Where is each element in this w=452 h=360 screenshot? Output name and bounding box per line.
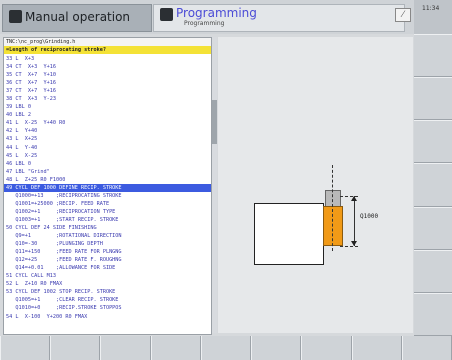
stroke-dimension-line bbox=[354, 196, 355, 246]
workpiece-rectangle bbox=[254, 203, 324, 265]
program-line[interactable]: 33 L X+3 bbox=[4, 55, 211, 63]
program-editor[interactable]: TNC:\nc_prog\Grinding.h =Length of recip… bbox=[3, 37, 212, 335]
tab-manual-label: Manual operation bbox=[25, 10, 131, 24]
vertical-softkey[interactable] bbox=[414, 77, 452, 121]
program-line[interactable]: 39 LBL 0 bbox=[4, 103, 211, 111]
vertical-softkey[interactable] bbox=[414, 249, 452, 293]
horizontal-softkey[interactable] bbox=[100, 336, 151, 360]
vertical-softkey[interactable] bbox=[414, 120, 452, 164]
program-line[interactable]: 36 CT X+7 Y+16 bbox=[4, 79, 211, 87]
horizontal-softkey[interactable] bbox=[351, 336, 402, 360]
tnc-screen: Manual operation Programming Programming… bbox=[0, 0, 452, 360]
horizontal-softkey[interactable] bbox=[251, 336, 302, 360]
program-line[interactable]: 50 CYCL DEF 24 SIDE FINISHING bbox=[4, 224, 211, 232]
horizontal-softkey[interactable] bbox=[0, 336, 51, 360]
tab-manual-operation[interactable]: Manual operation bbox=[2, 4, 152, 32]
help-graphic bbox=[218, 37, 413, 333]
program-line[interactable]: Q1005=+1 ;CLEAR RECIP. STROKE bbox=[4, 296, 211, 304]
tab-programming[interactable]: Programming Programming bbox=[153, 4, 405, 32]
vertical-softkey[interactable] bbox=[414, 206, 452, 250]
program-line[interactable]: 43 L X+25 bbox=[4, 135, 211, 143]
program-line[interactable]: Q1000=+13 ;RECIPROCATING STROKE bbox=[4, 192, 211, 200]
program-line[interactable]: 48 L Z+25 R0 F1000 bbox=[4, 176, 211, 184]
programming-mode-icon bbox=[160, 8, 173, 21]
program-line[interactable]: Q12=+25 ;FEED RATE F. ROUGHNG bbox=[4, 256, 211, 264]
program-line[interactable]: 46 LBL 0 bbox=[4, 160, 211, 168]
editor-scrollbar[interactable] bbox=[212, 37, 217, 333]
program-line[interactable]: Q1002=+1 ;RECIPROCATION TYPE bbox=[4, 208, 211, 216]
program-line[interactable]: Q1003=+1 ;START RECIP. STROKE bbox=[4, 216, 211, 224]
program-line[interactable]: 44 L Y-40 bbox=[4, 144, 211, 152]
editor-scroll-thumb[interactable] bbox=[212, 100, 217, 144]
program-line[interactable]: Q10=-30 ;PLUNGING DEPTH bbox=[4, 240, 211, 248]
program-line[interactable]: 52 L Z+10 R0 FMAX bbox=[4, 280, 211, 288]
vertical-softkey[interactable] bbox=[414, 163, 452, 207]
program-line[interactable]: 54 L X-100 Y+200 R0 FMAX bbox=[4, 313, 211, 321]
program-line[interactable]: Q14=+0.01 ;ALLOWANCE FOR SIDE bbox=[4, 264, 211, 272]
program-line[interactable]: Q9=+1 ;ROTATIONAL DIRECTION bbox=[4, 232, 211, 240]
program-line[interactable]: Q1010=+0 ;RECIP.STROKE STOPPOS bbox=[4, 304, 211, 312]
program-line[interactable]: 35 CT X+7 Y+10 bbox=[4, 71, 211, 79]
screen-layout-icon[interactable]: ⁄ bbox=[395, 8, 411, 22]
program-line[interactable]: 53 CYCL DEF 1002 STOP RECIP. STROKE bbox=[4, 288, 211, 296]
manual-mode-icon bbox=[9, 10, 22, 23]
program-line[interactable]: 45 L X-25 bbox=[4, 152, 211, 160]
horizontal-softkey[interactable] bbox=[200, 336, 252, 360]
program-line[interactable]: Q1001=+25000 ;RECIP. FEED RATE bbox=[4, 200, 211, 208]
tab-programming-label: Programming bbox=[176, 6, 257, 20]
dimension-label: Q1000 bbox=[360, 213, 379, 220]
program-line[interactable]: Q11=+150 ;FEED RATE FOR PLNGNG bbox=[4, 248, 211, 256]
file-path: TNC:\nc_prog\Grinding.h bbox=[4, 38, 211, 46]
horizontal-softkey[interactable] bbox=[301, 336, 352, 360]
vertical-softkey[interactable] bbox=[414, 34, 452, 78]
program-line[interactable]: 40 LBL 2 bbox=[4, 111, 211, 119]
program-line[interactable]: 41 L X-25 Y+40 R0 bbox=[4, 119, 211, 127]
grinding-tool bbox=[323, 206, 343, 246]
program-lines: 33 L X+3 34 CT X+3 Y+16 35 CT X+7 Y+10 36 C… bbox=[4, 55, 211, 321]
header-bar: Manual operation Programming Programming… bbox=[0, 0, 452, 34]
tool-axis-line bbox=[332, 165, 333, 251]
dialog-prompt: =Length of reciprocating stroke? bbox=[4, 46, 211, 54]
program-line[interactable]: 42 L Y+40 bbox=[4, 127, 211, 135]
clock: 11:34 bbox=[422, 5, 440, 12]
vertical-softkey[interactable] bbox=[414, 292, 452, 336]
program-line[interactable]: 34 CT X+3 Y+16 bbox=[4, 63, 211, 71]
stroke-bottom-line bbox=[340, 246, 358, 247]
program-line[interactable]: 51 CYCL CALL M13 bbox=[4, 272, 211, 280]
tab-programming-sublabel: Programming bbox=[184, 20, 225, 27]
horizontal-softkey[interactable] bbox=[150, 336, 201, 360]
program-line[interactable]: 49 CYCL DEF 1000 DEFINE RECIP. STROKE bbox=[4, 183, 211, 192]
program-line[interactable]: 47 LBL "Grind" bbox=[4, 168, 211, 176]
program-line[interactable]: 38 CT X+3 Y-23 bbox=[4, 95, 211, 103]
horizontal-softkey[interactable] bbox=[50, 336, 101, 360]
horizontal-softkey[interactable] bbox=[401, 336, 452, 360]
dimension-arrow-up-icon bbox=[351, 196, 357, 201]
dimension-arrow-down-icon bbox=[351, 241, 357, 246]
program-line[interactable]: 37 CT X+7 Y+16 bbox=[4, 87, 211, 95]
